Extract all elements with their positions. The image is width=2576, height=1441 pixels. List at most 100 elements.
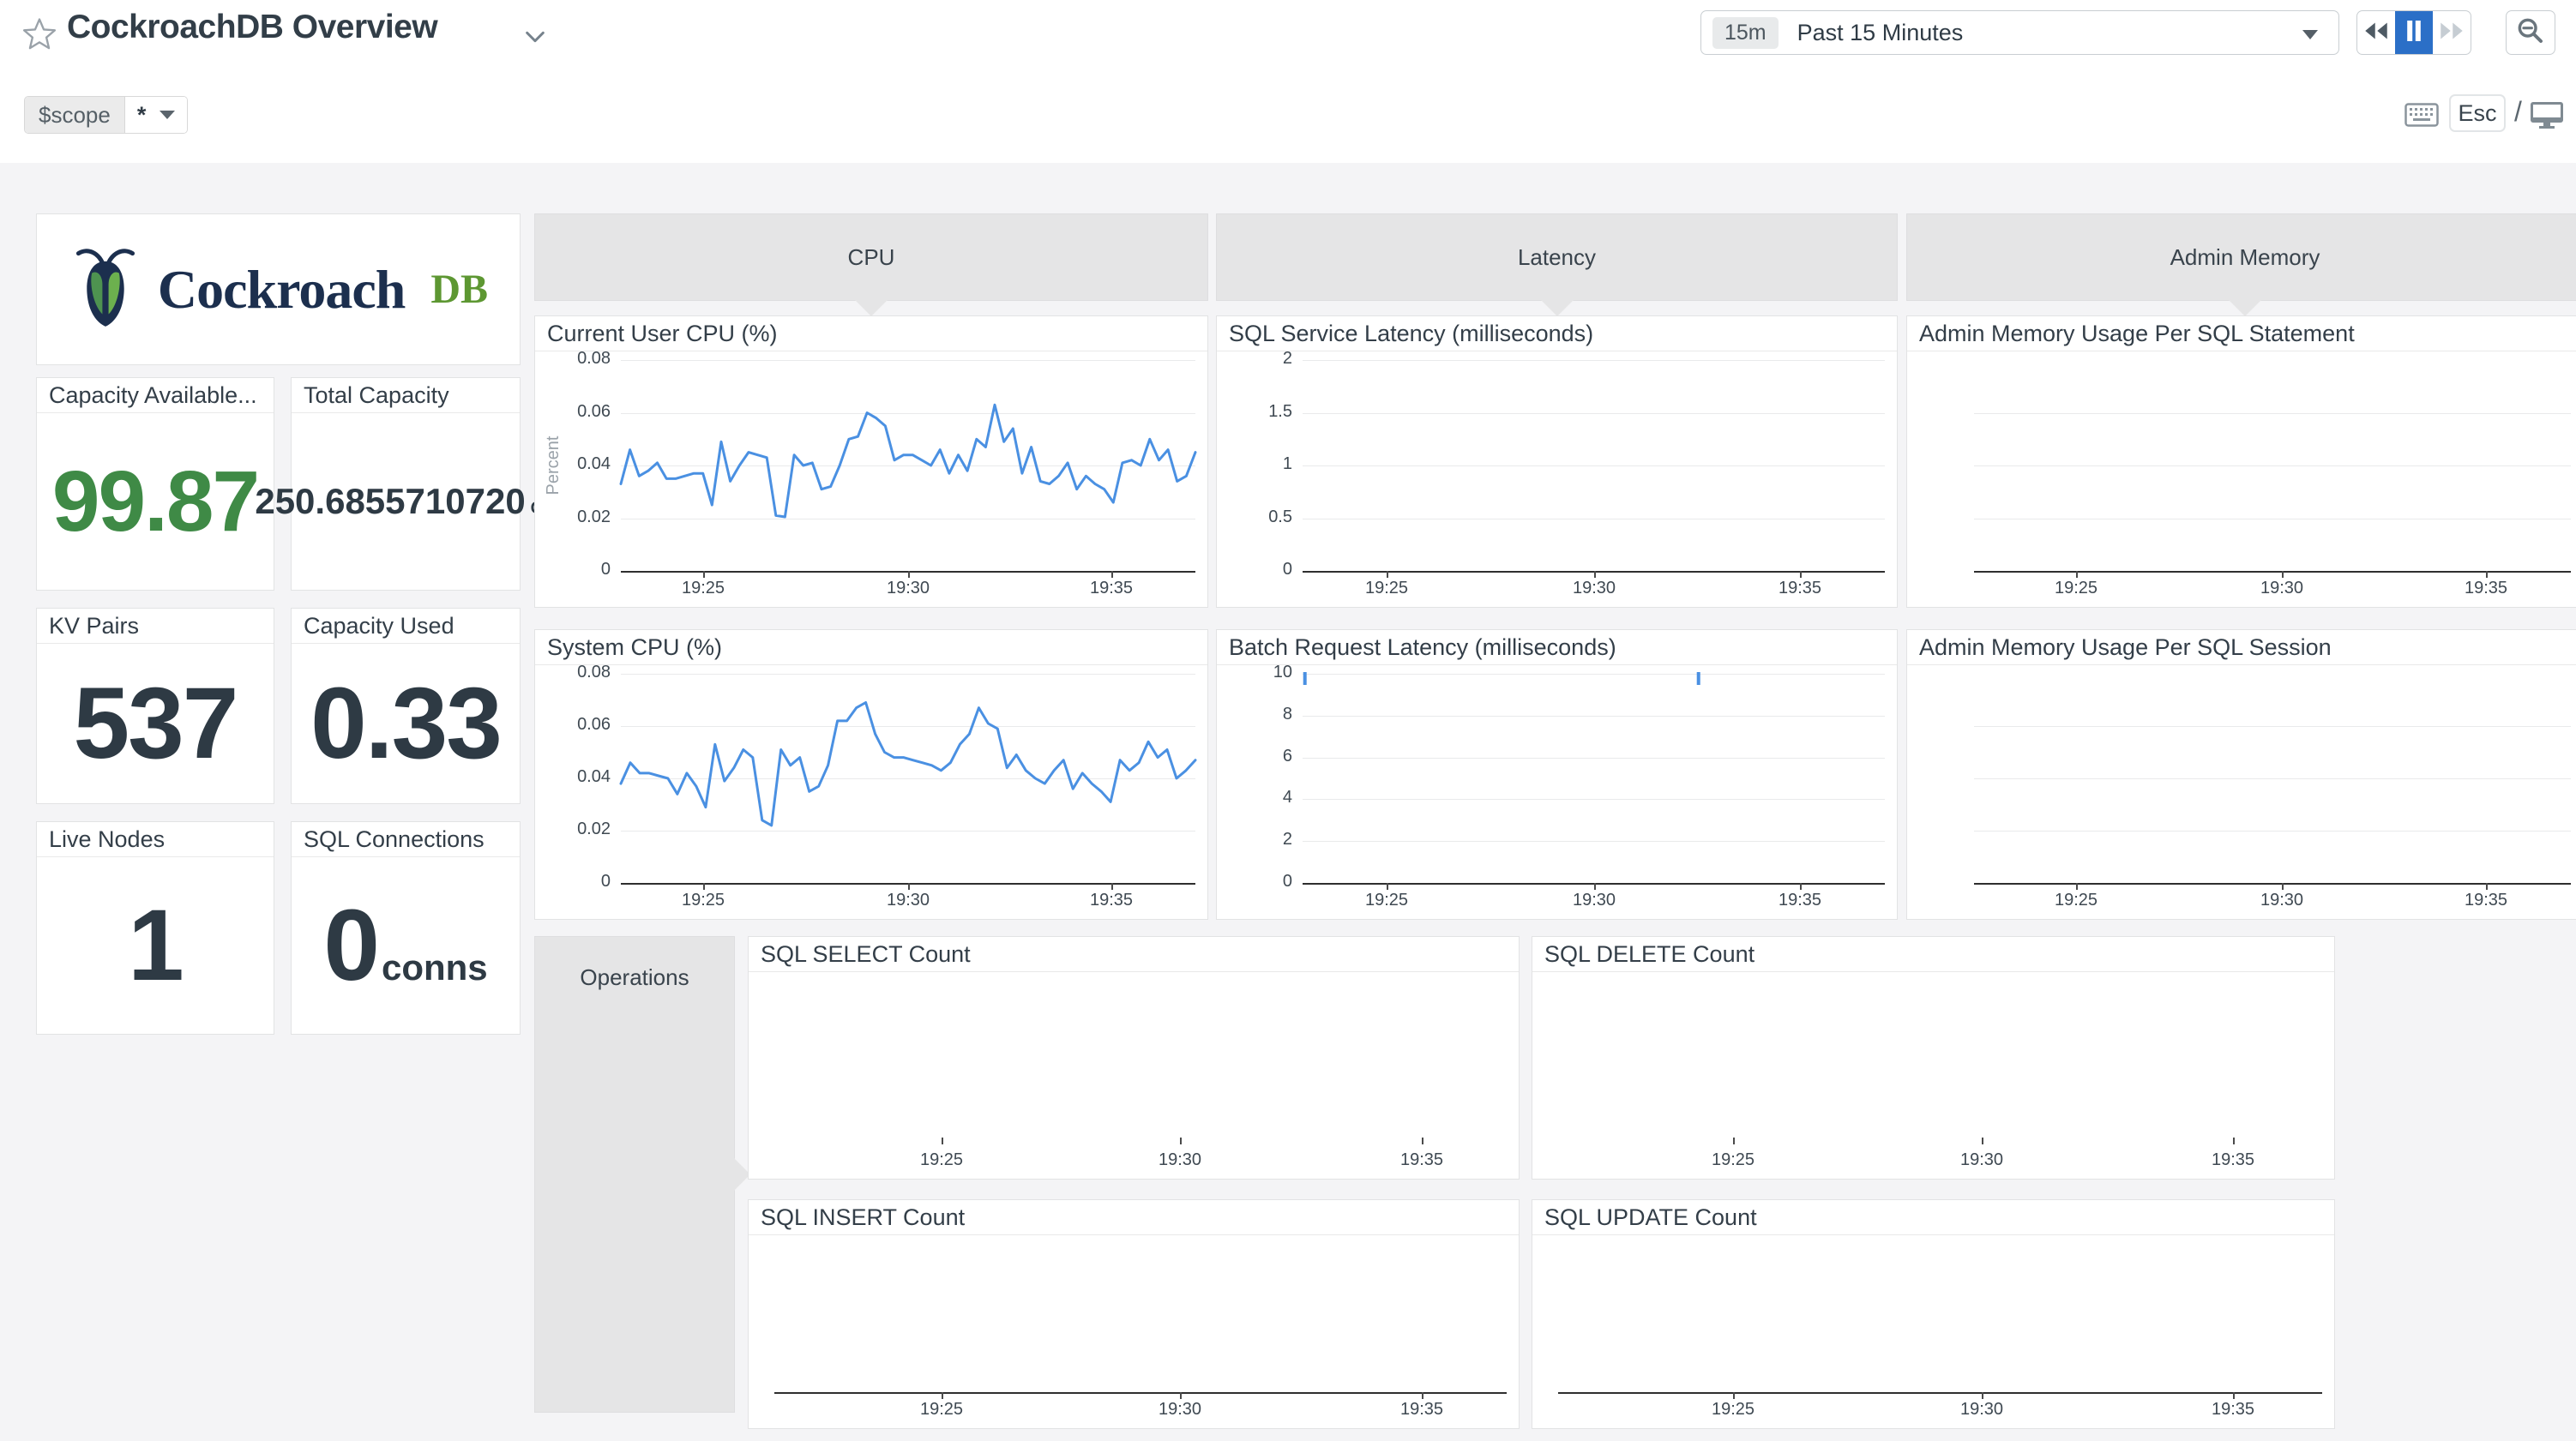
fast-forward-button[interactable] — [2433, 11, 2471, 54]
x-tick-mark — [2486, 571, 2488, 578]
group-header-cpu[interactable]: CPU — [534, 213, 1208, 301]
x-tick-label: 19:35 — [2182, 1150, 2284, 1170]
x-tick-mark — [1982, 1138, 1983, 1144]
chart-title: Batch Request Latency (milliseconds) — [1217, 630, 1897, 665]
stat-card-capacity-available[interactable]: Capacity Available... 99.87 — [36, 377, 274, 591]
x-tick-label: 19:30 — [1129, 1400, 1231, 1420]
stat-card-total-capacity[interactable]: Total Capacity 250.6855710720GB — [291, 377, 521, 591]
chart-sql-insert-count[interactable]: SQL INSERT Count 19:2519:3019:35 — [748, 1199, 1520, 1429]
group-label: Latency — [1518, 244, 1596, 271]
group-notch — [2228, 299, 2262, 316]
stat-card-live-nodes[interactable]: Live Nodes 1 — [36, 821, 274, 1035]
y-tick-label: 0.5 — [1217, 507, 1292, 527]
y-tick-label: 4 — [1217, 788, 1292, 808]
x-tick-label: 19:25 — [1682, 1400, 1785, 1420]
x-tick-mark — [1733, 1392, 1735, 1399]
x-tick-mark — [2076, 571, 2078, 578]
group-header-operations[interactable]: Operations — [534, 936, 735, 1413]
pause-icon — [2406, 21, 2422, 45]
y-tick-label: 0.08 — [535, 351, 611, 369]
chart-title: SQL SELECT Count — [749, 937, 1519, 972]
slash-separator: / — [2514, 96, 2522, 128]
group-label: CPU — [848, 244, 895, 271]
chart-title: SQL DELETE Count — [1532, 937, 2334, 972]
group-notch — [854, 299, 888, 316]
x-tick-mark — [2282, 883, 2284, 890]
monitor-icon[interactable] — [2530, 101, 2564, 133]
stat-card-sql-connections[interactable]: SQL Connections 0conns — [291, 821, 521, 1035]
chart-plot-area: 0.080.060.040.02019:2519:3019:35 — [535, 665, 1207, 919]
time-range-badge: 15m — [1712, 17, 1779, 49]
x-tick-label: 19:25 — [1335, 579, 1438, 598]
chart-plot-area: 0.080.060.040.02019:2519:3019:35Percent — [535, 351, 1207, 607]
pause-button[interactable] — [2395, 11, 2433, 54]
chart-title: SQL UPDATE Count — [1532, 1200, 2334, 1235]
stat-card-value: 0 — [323, 895, 378, 996]
esc-key-button[interactable]: Esc — [2449, 94, 2506, 132]
cockroach-bug-icon — [69, 240, 142, 339]
chart-sql-select-count[interactable]: SQL SELECT Count 19:2519:3019:35 — [748, 936, 1520, 1180]
x-tick-label: 19:25 — [890, 1400, 993, 1420]
x-tick-mark — [1180, 1138, 1182, 1144]
y-tick-label: 2 — [1217, 830, 1292, 850]
page-title: CockroachDB Overview — [67, 9, 437, 46]
stat-card-value: 537 — [74, 673, 238, 774]
gridline — [1974, 726, 2571, 727]
y-tick-label: 0.06 — [535, 715, 611, 735]
chart-sql-delete-count[interactable]: SQL DELETE Count 19:2519:3019:35 — [1532, 936, 2335, 1180]
x-tick-mark — [2076, 883, 2078, 890]
chart-title: Admin Memory Usage Per SQL Statement — [1907, 316, 2576, 351]
y-tick-label: 8 — [1217, 705, 1292, 724]
brand-name: Cockroach — [158, 258, 405, 321]
y-tick-label: 0.08 — [535, 665, 611, 682]
keyboard-icon[interactable] — [2404, 103, 2439, 131]
chart-admin-memory-per-session[interactable]: Admin Memory Usage Per SQL Session 19:25… — [1906, 629, 2576, 920]
chart-admin-memory-per-statement[interactable]: Admin Memory Usage Per SQL Statement 19:… — [1906, 315, 2576, 608]
y-tick-label: 1 — [1217, 454, 1292, 474]
x-tick-label: 19:35 — [1370, 1150, 1473, 1170]
stat-card-value: 250.6855710720 — [255, 483, 525, 519]
y-tick-label: 0.02 — [535, 820, 611, 839]
template-variable-scope[interactable]: $scope * — [24, 96, 188, 134]
x-tick-mark — [942, 1392, 943, 1399]
chart-plot-area: 19:2519:3019:35 — [1532, 972, 2334, 1179]
x-tick-label: 19:30 — [2230, 579, 2333, 598]
chart-title: Admin Memory Usage Per SQL Session — [1907, 630, 2576, 665]
star-icon[interactable] — [22, 17, 57, 54]
x-tick-mark — [1594, 571, 1596, 578]
chart-sql-service-latency[interactable]: SQL Service Latency (milliseconds) 21.51… — [1216, 315, 1898, 608]
axis-line — [1558, 1392, 2322, 1394]
chart-plot-area: 19:2519:3019:35 — [749, 972, 1519, 1179]
zoom-out-button[interactable] — [2506, 10, 2555, 55]
stat-card-title: SQL Connections — [292, 822, 520, 857]
stat-card-title: Total Capacity — [292, 378, 520, 413]
chart-sql-update-count[interactable]: SQL UPDATE Count 19:2519:3019:35 — [1532, 1199, 2335, 1429]
axis-line — [774, 1392, 1507, 1394]
dropdown-arrow-icon — [159, 111, 175, 119]
chart-plot-area: 19:2519:3019:35 — [1532, 1235, 2334, 1428]
gridline — [1303, 360, 1885, 361]
dashboard-canvas: Cockroach DB Capacity Available... 99.87… — [0, 163, 2576, 1441]
chart-batch-request-latency[interactable]: Batch Request Latency (milliseconds) 10 8… — [1216, 629, 1898, 920]
rewind-button[interactable] — [2357, 11, 2395, 54]
stat-card-capacity-used[interactable]: Capacity Used 0.33 — [291, 608, 521, 804]
stat-card-title: Capacity Available... — [37, 378, 274, 413]
axis-line — [1974, 883, 2571, 885]
esc-key-label: Esc — [2458, 100, 2496, 127]
group-header-latency[interactable]: Latency — [1216, 213, 1898, 301]
chevron-down-icon[interactable] — [525, 31, 545, 47]
chart-system-cpu[interactable]: System CPU (%) 0.080.060.040.02019:2519:… — [534, 629, 1208, 920]
series-svg — [621, 665, 1195, 919]
series-line — [621, 703, 1195, 826]
time-range-picker[interactable]: 15m Past 15 Minutes — [1700, 10, 2339, 55]
x-tick-label: 19:30 — [1129, 1150, 1231, 1170]
x-tick-mark — [1387, 571, 1388, 578]
y-tick-label: 6 — [1217, 747, 1292, 766]
gridline — [1303, 413, 1885, 414]
chart-current-user-cpu[interactable]: Current User CPU (%) 0.080.060.040.02019… — [534, 315, 1208, 608]
chart-title: Current User CPU (%) — [535, 316, 1207, 351]
y-tick-label: 10 — [1217, 665, 1292, 682]
template-variable-value-dropdown[interactable]: * — [125, 97, 188, 133]
stat-card-kv-pairs[interactable]: KV Pairs 537 — [36, 608, 274, 804]
group-header-admin-memory[interactable]: Admin Memory — [1906, 213, 2576, 301]
